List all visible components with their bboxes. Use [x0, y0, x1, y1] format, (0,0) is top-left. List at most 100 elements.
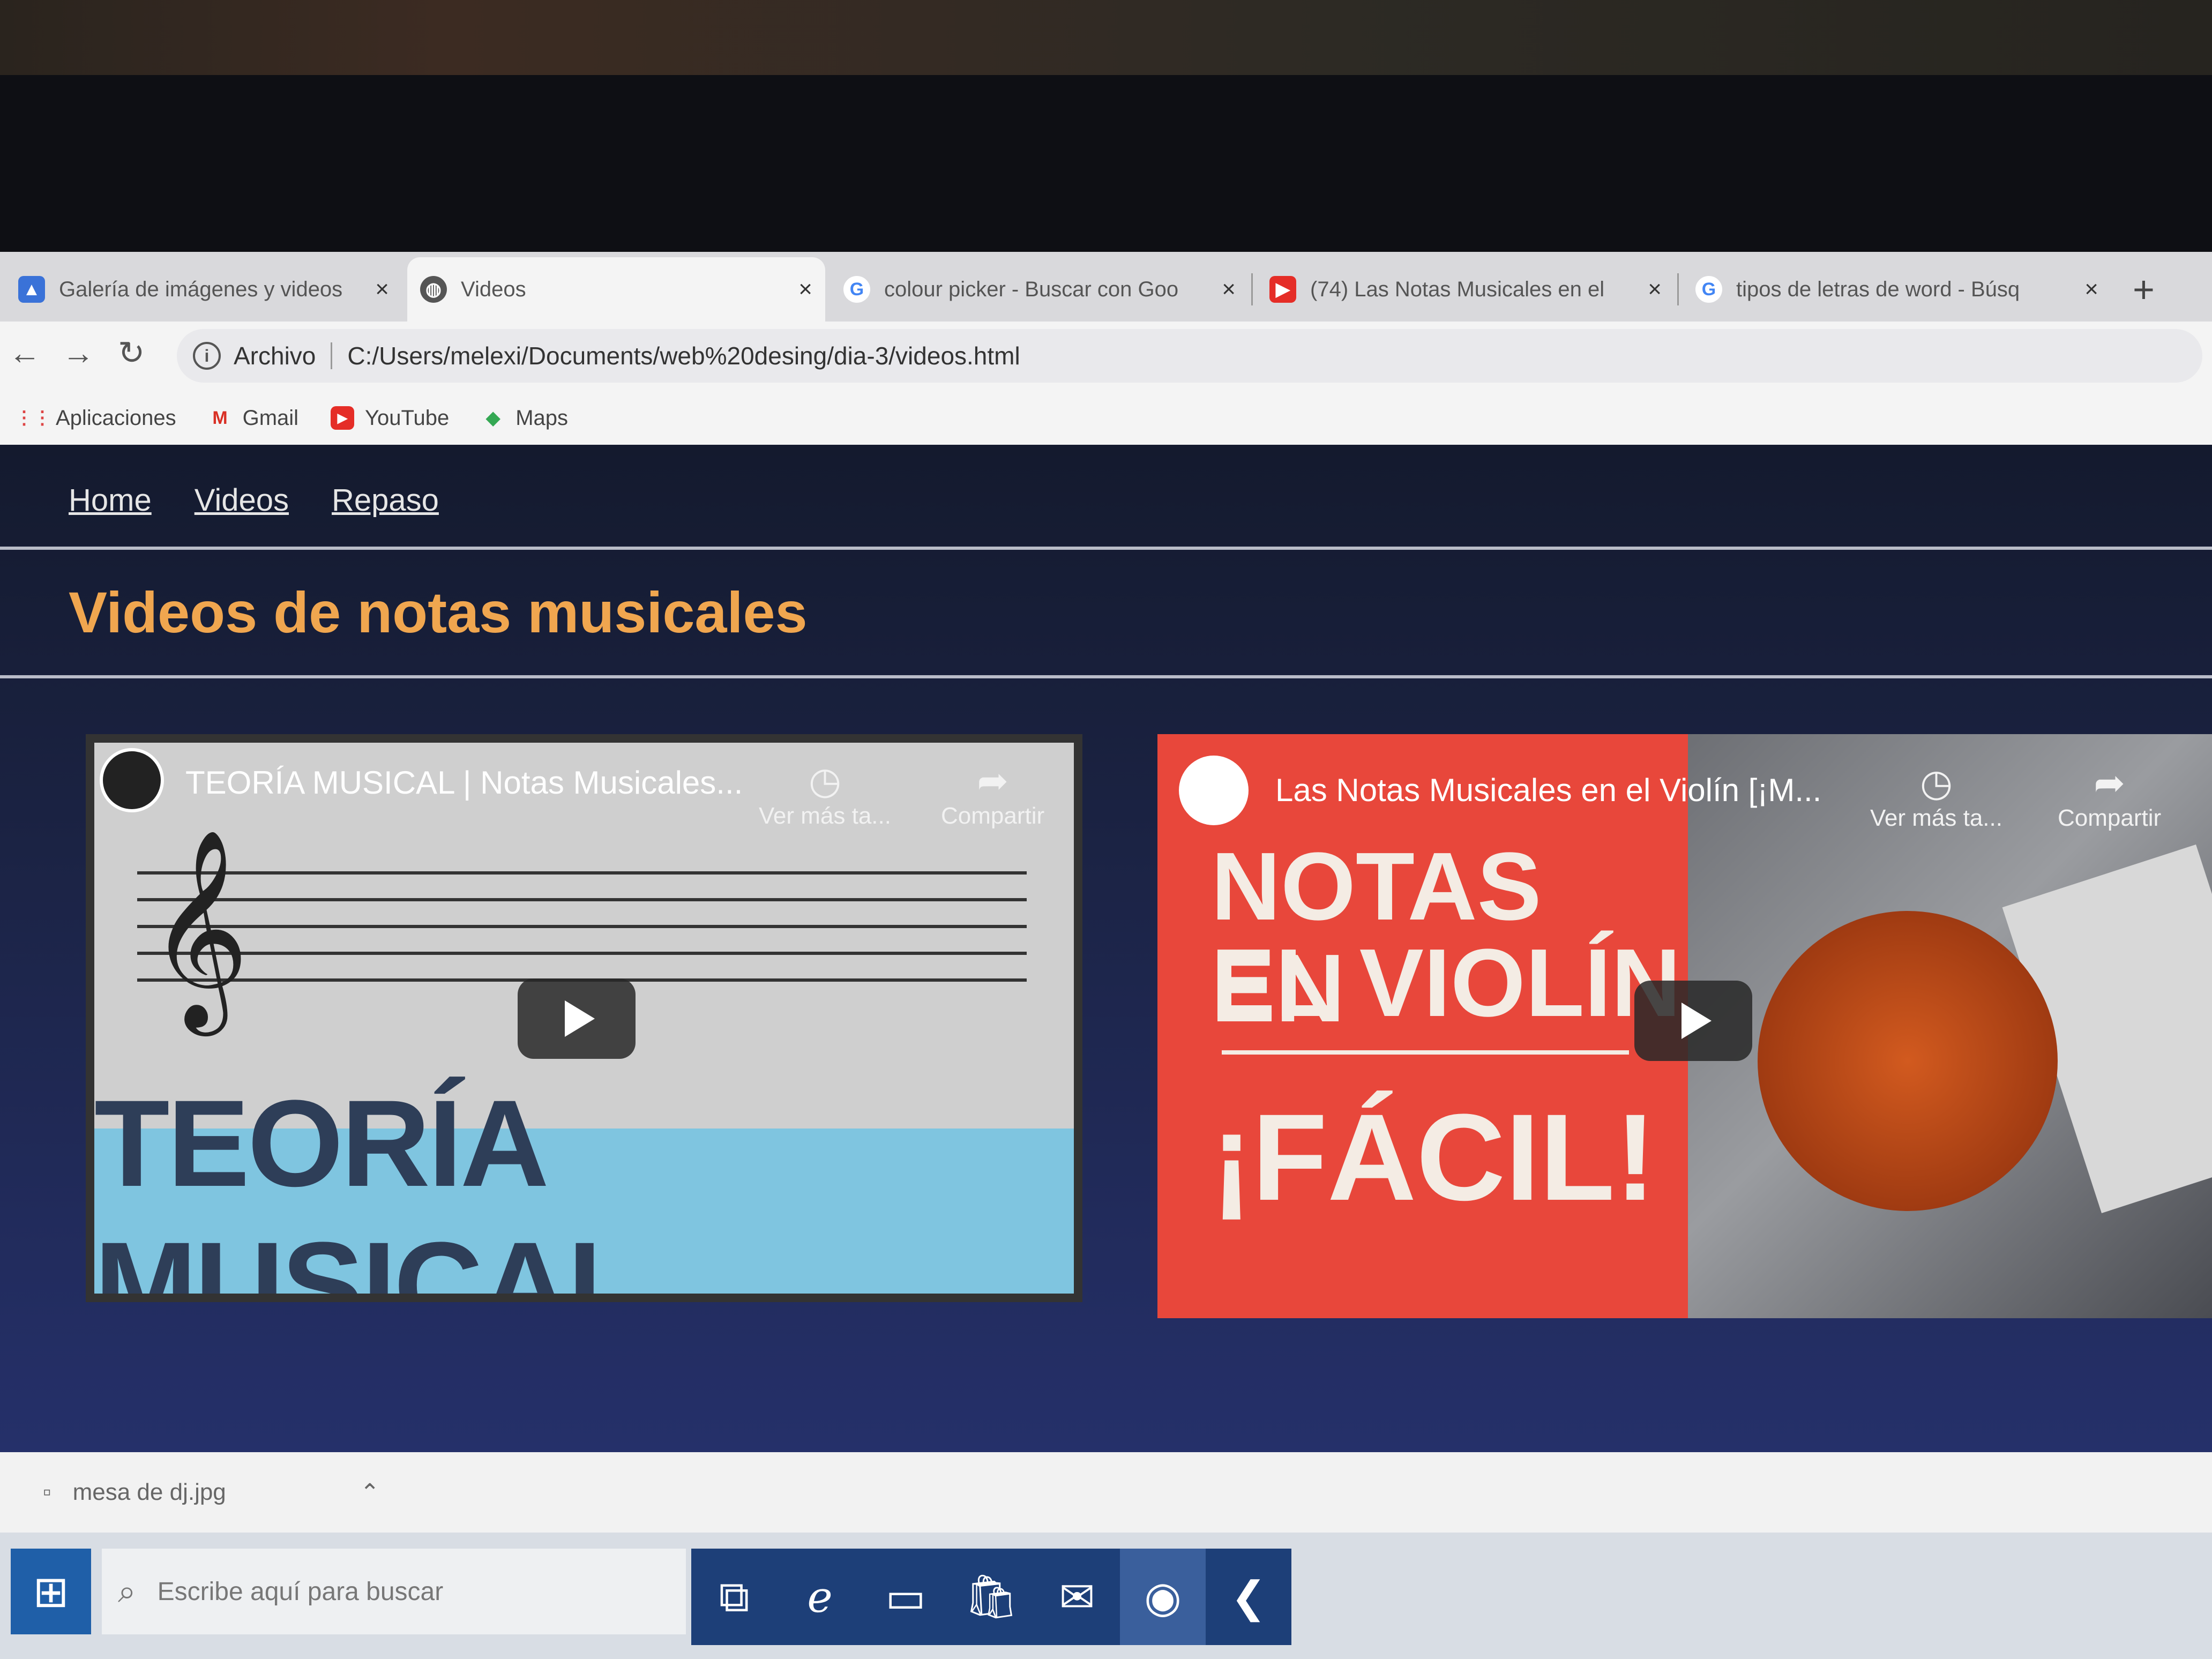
- store-icon[interactable]: 🛍: [948, 1549, 1034, 1645]
- taskbar: ⊞ ⌕ Escribe aquí para buscar ⧉ ℯ ▭ 🛍 ✉ ◉…: [0, 1533, 2212, 1659]
- clock-icon: ◷: [808, 760, 842, 802]
- video-title[interactable]: TEORÍA MUSICAL | Notas Musicales...: [185, 764, 743, 801]
- treble-clef-icon: 𝄞: [148, 831, 250, 1023]
- tab-title: (74) Las Notas Musicales en el: [1310, 277, 1605, 301]
- tab-galeria[interactable]: ▲ Galería de imágenes y videos ×: [5, 257, 402, 322]
- maps-icon: ◆: [486, 408, 500, 428]
- thumbnail-text: EL VIOLÍN: [1211, 929, 1681, 1037]
- tab-title: tipos de letras de word - Búsq: [1736, 277, 2020, 301]
- youtube-icon: ▶: [1269, 276, 1296, 303]
- bookmark-gmail[interactable]: M Gmail: [208, 406, 298, 430]
- close-icon[interactable]: ×: [2084, 276, 2098, 303]
- bookmark-youtube[interactable]: ▶ YouTube: [331, 406, 449, 430]
- address-url[interactable]: C:/Users/melexi/Documents/web%20desing/d…: [347, 341, 1020, 370]
- address-separator: [331, 342, 333, 369]
- globe-icon: ◍: [420, 276, 447, 303]
- play-button[interactable]: [1634, 981, 1752, 1061]
- bookmark-label: Aplicaciones: [56, 406, 176, 430]
- tab-videos[interactable]: ◍ Videos ×: [407, 257, 825, 322]
- close-icon[interactable]: ×: [375, 276, 389, 303]
- windows-start-icon[interactable]: ⊞: [11, 1549, 91, 1634]
- share-button[interactable]: ➦ Compartir: [2058, 761, 2161, 832]
- tab-separator: [1251, 273, 1253, 305]
- bookmark-aplicaciones[interactable]: ⋮⋮ Aplicaciones: [15, 406, 176, 430]
- room-background: [0, 0, 2212, 80]
- channel-avatar[interactable]: [1179, 756, 1249, 825]
- share-button[interactable]: ➦ Compartir: [941, 759, 1044, 829]
- address-bar[interactable]: i Archivo C:/Users/melexi/Documents/web%…: [177, 329, 2202, 383]
- share-label: Compartir: [941, 803, 1045, 829]
- play-icon: [565, 1000, 595, 1037]
- file-explorer-icon[interactable]: ▭: [863, 1549, 948, 1645]
- reload-icon[interactable]: ↻: [118, 334, 145, 372]
- play-button[interactable]: [518, 978, 636, 1059]
- tab-bar: ▲ Galería de imágenes y videos × ◍ Video…: [0, 252, 2212, 322]
- person-icon: ▲: [18, 276, 45, 303]
- tab-youtube[interactable]: ▶ (74) Las Notas Musicales en el ×: [1257, 257, 1675, 322]
- thumbnail-red-panel: NOTAS EN EL VIOLÍN ¡FÁCIL!: [1157, 734, 1688, 1318]
- share-label: Compartir: [2058, 805, 2162, 831]
- address-scheme-label: Archivo: [234, 342, 316, 370]
- nav-link-home[interactable]: Home: [69, 482, 152, 518]
- chrome-icon[interactable]: ◉: [1120, 1549, 1206, 1645]
- watch-later-label: Ver más ta...: [1870, 805, 2002, 831]
- apps-grid-icon: ⋮⋮: [15, 408, 51, 428]
- forward-icon[interactable]: →: [62, 334, 94, 371]
- screen: ▲ Galería de imágenes y videos × ◍ Video…: [0, 252, 2212, 1659]
- tab-tipos-letras[interactable]: G tipos de letras de word - Búsq ×: [1683, 257, 2111, 322]
- thumbnail-divider: [1222, 1050, 1629, 1055]
- tab-colour-picker[interactable]: G colour picker - Buscar con Goo ×: [831, 257, 1249, 322]
- nav-link-videos[interactable]: Videos: [195, 482, 289, 518]
- thumbnail-banner: TEORÍA MUSICAL: [94, 1074, 1074, 1294]
- new-tab-button[interactable]: +: [2133, 268, 2155, 311]
- back-icon[interactable]: ←: [9, 334, 41, 371]
- tab-title: Videos: [461, 277, 526, 301]
- divider: [0, 675, 2212, 678]
- bookmarks-bar: ⋮⋮ Aplicaciones M Gmail ▶ YouTube ◆ Maps: [0, 391, 2212, 446]
- close-icon[interactable]: ×: [1222, 276, 1236, 303]
- watch-later-label: Ver más ta...: [759, 803, 891, 829]
- info-icon[interactable]: i: [193, 342, 221, 370]
- taskbar-search[interactable]: ⌕ Escribe aquí para buscar: [102, 1549, 686, 1634]
- file-icon: ▫: [43, 1479, 51, 1505]
- address-toolbar: ← → ↻ i Archivo C:/Users/melexi/Document…: [0, 322, 2212, 391]
- edge-icon[interactable]: ℯ: [777, 1549, 863, 1645]
- nav-link-repaso[interactable]: Repaso: [332, 482, 439, 518]
- violin-image: [1758, 911, 2058, 1211]
- taskbar-search-placeholder: Escribe aquí para buscar: [157, 1577, 444, 1606]
- mail-icon[interactable]: ✉: [1034, 1549, 1120, 1645]
- site-nav: Home Videos Repaso: [69, 482, 439, 518]
- bookmark-label: Gmail: [242, 406, 299, 430]
- bookmark-label: YouTube: [365, 406, 450, 430]
- chevron-up-icon[interactable]: ⌃: [360, 1479, 380, 1506]
- watch-later-button[interactable]: ◷ Ver más ta...: [1870, 761, 2002, 832]
- bookmark-label: Maps: [515, 406, 569, 430]
- tab-title: Galería de imágenes y videos: [59, 277, 343, 301]
- web-page: Home Videos Repaso Videos de notas music…: [0, 445, 2212, 1452]
- task-view-icon[interactable]: ⧉: [691, 1549, 777, 1645]
- clock-icon: ◷: [1919, 762, 1953, 804]
- share-icon: ➦: [977, 760, 1008, 802]
- taskbar-apps: ⧉ ℯ ▭ 🛍 ✉ ◉ ❮: [691, 1549, 1291, 1645]
- close-icon[interactable]: ×: [798, 276, 812, 303]
- vscode-icon[interactable]: ❮: [1206, 1549, 1291, 1645]
- page-title: Videos de notas musicales: [69, 580, 808, 645]
- thumbnail-text: ¡FÁCIL!: [1211, 1088, 1656, 1226]
- video-title[interactable]: Las Notas Musicales en el Violín [¡M...: [1275, 772, 1821, 809]
- video-embed-notas-violin[interactable]: NOTAS EN EL VIOLÍN ¡FÁCIL! Las Notas Mus…: [1157, 734, 2212, 1318]
- watch-later-button[interactable]: ◷ Ver más ta...: [759, 759, 891, 829]
- google-icon: G: [843, 276, 870, 303]
- video-embed-teoria-musical[interactable]: 𝄞 TEORÍA MUSICAL | Notas Musicales... ◷ …: [86, 734, 1082, 1302]
- share-icon: ➦: [2094, 762, 2125, 804]
- search-icon: ⌕: [118, 1573, 136, 1609]
- bookmark-maps[interactable]: ◆ Maps: [481, 406, 568, 430]
- gmail-icon: M: [212, 407, 228, 428]
- tab-separator: [1677, 273, 1679, 305]
- download-filename[interactable]: mesa de dj.jpg: [73, 1479, 226, 1506]
- download-bar: ▫ mesa de dj.jpg ⌃: [0, 1452, 2212, 1533]
- youtube-icon: ▶: [331, 406, 355, 430]
- google-icon: G: [1695, 276, 1722, 303]
- close-icon[interactable]: ×: [1648, 276, 1662, 303]
- play-icon: [1682, 1003, 1712, 1039]
- channel-avatar[interactable]: [100, 748, 164, 812]
